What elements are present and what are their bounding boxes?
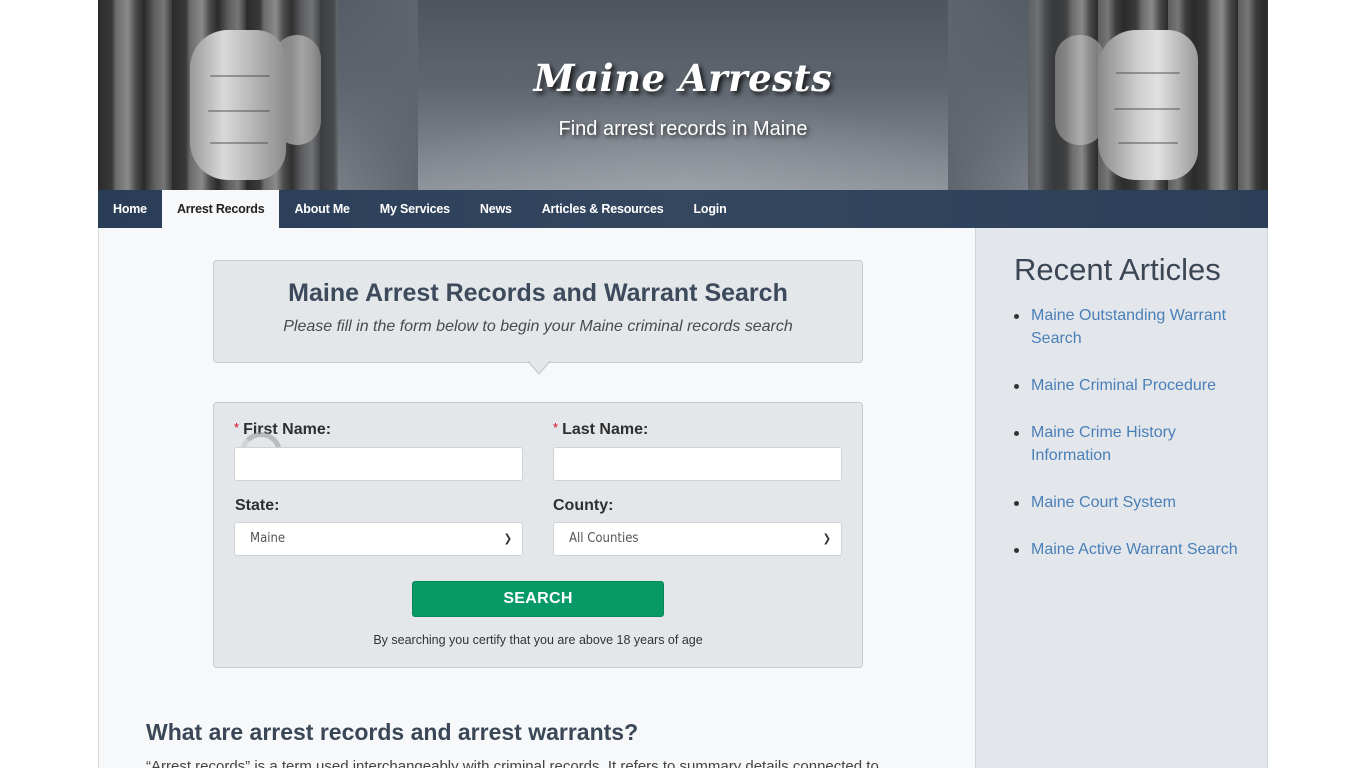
county-label: County: — [553, 497, 614, 514]
list-item: Maine Court System — [1014, 491, 1254, 514]
recent-article-link[interactable]: Maine Court System — [1031, 494, 1176, 511]
bullet-icon — [1014, 384, 1019, 389]
required-marker: * — [234, 420, 240, 435]
nav-item-home[interactable]: Home — [98, 190, 162, 228]
recent-articles-list: Maine Outstanding Warrant Search Maine C… — [1014, 304, 1254, 585]
state-selected-value: Maine — [250, 531, 286, 546]
site-tagline: Find arrest records in Maine — [558, 118, 808, 140]
page-wrapper: Maine Arrests Find arrest records in Mai… — [98, 0, 1268, 768]
list-item: Maine Crime History Information — [1014, 421, 1254, 467]
site-header-banner: Maine Arrests Find arrest records in Mai… — [98, 0, 1268, 190]
county-select[interactable]: All Counties ❯ — [553, 522, 842, 556]
state-label: State: — [235, 497, 280, 514]
recent-articles-heading: Recent Articles — [1014, 252, 1221, 287]
search-subtitle: Please fill in the form below to begin y… — [283, 318, 793, 335]
callout-arrow-border — [527, 361, 551, 375]
main-content: Maine Arrest Records and Warrant Search … — [98, 228, 975, 768]
nav-item-articles-resources[interactable]: Articles & Resources — [527, 190, 679, 228]
bullet-icon — [1014, 431, 1019, 436]
hand-image-left — [190, 30, 286, 180]
main-navigation: Home Arrest Records About Me My Services… — [98, 190, 1268, 228]
recent-article-link[interactable]: Maine Active Warrant Search — [1031, 541, 1238, 558]
list-item: Maine Active Warrant Search — [1014, 538, 1254, 561]
nav-item-my-services[interactable]: My Services — [365, 190, 465, 228]
sidebar: Recent Articles Maine Outstanding Warran… — [975, 228, 1268, 768]
last-name-label-text: Last Name: — [562, 421, 649, 438]
recent-article-link[interactable]: Maine Outstanding Warrant Search — [1031, 307, 1226, 347]
list-item: Maine Outstanding Warrant Search — [1014, 304, 1254, 350]
bullet-icon — [1014, 314, 1019, 319]
list-item: Maine Criminal Procedure — [1014, 374, 1254, 397]
bullet-icon — [1014, 548, 1019, 553]
state-select[interactable]: Maine ❯ — [234, 522, 523, 556]
search-intro-box: Maine Arrest Records and Warrant Search … — [213, 260, 863, 363]
nav-item-news[interactable]: News — [465, 190, 527, 228]
recent-article-link[interactable]: Maine Criminal Procedure — [1031, 377, 1216, 394]
search-title: Maine Arrest Records and Warrant Search — [288, 279, 788, 307]
article-paragraph: “Arrest records” is a term used intercha… — [146, 758, 879, 768]
last-name-label: * Last Name: — [553, 420, 648, 439]
chevron-down-icon: ❯ — [822, 532, 831, 545]
county-selected-value: All Counties — [569, 531, 639, 546]
age-disclaimer: By searching you certify that you are ab… — [373, 633, 703, 647]
search-button[interactable]: SEARCH — [412, 581, 664, 617]
recent-article-link[interactable]: Maine Crime History Information — [1031, 424, 1176, 464]
nav-item-about-me[interactable]: About Me — [279, 190, 364, 228]
site-title[interactable]: Maine Arrests — [98, 56, 1268, 100]
first-name-input[interactable] — [234, 447, 523, 481]
nav-item-login[interactable]: Login — [679, 190, 742, 228]
required-marker: * — [553, 420, 559, 435]
search-form: * First Name: * Last Name: State: Maine ❯ … — [213, 402, 863, 668]
hand-image-right — [1098, 30, 1198, 180]
article-heading: What are arrest records and arrest warra… — [146, 719, 639, 745]
chevron-down-icon: ❯ — [503, 532, 512, 545]
nav-item-arrest-records[interactable]: Arrest Records — [161, 190, 280, 228]
last-name-input[interactable] — [553, 447, 842, 481]
bullet-icon — [1014, 501, 1019, 506]
